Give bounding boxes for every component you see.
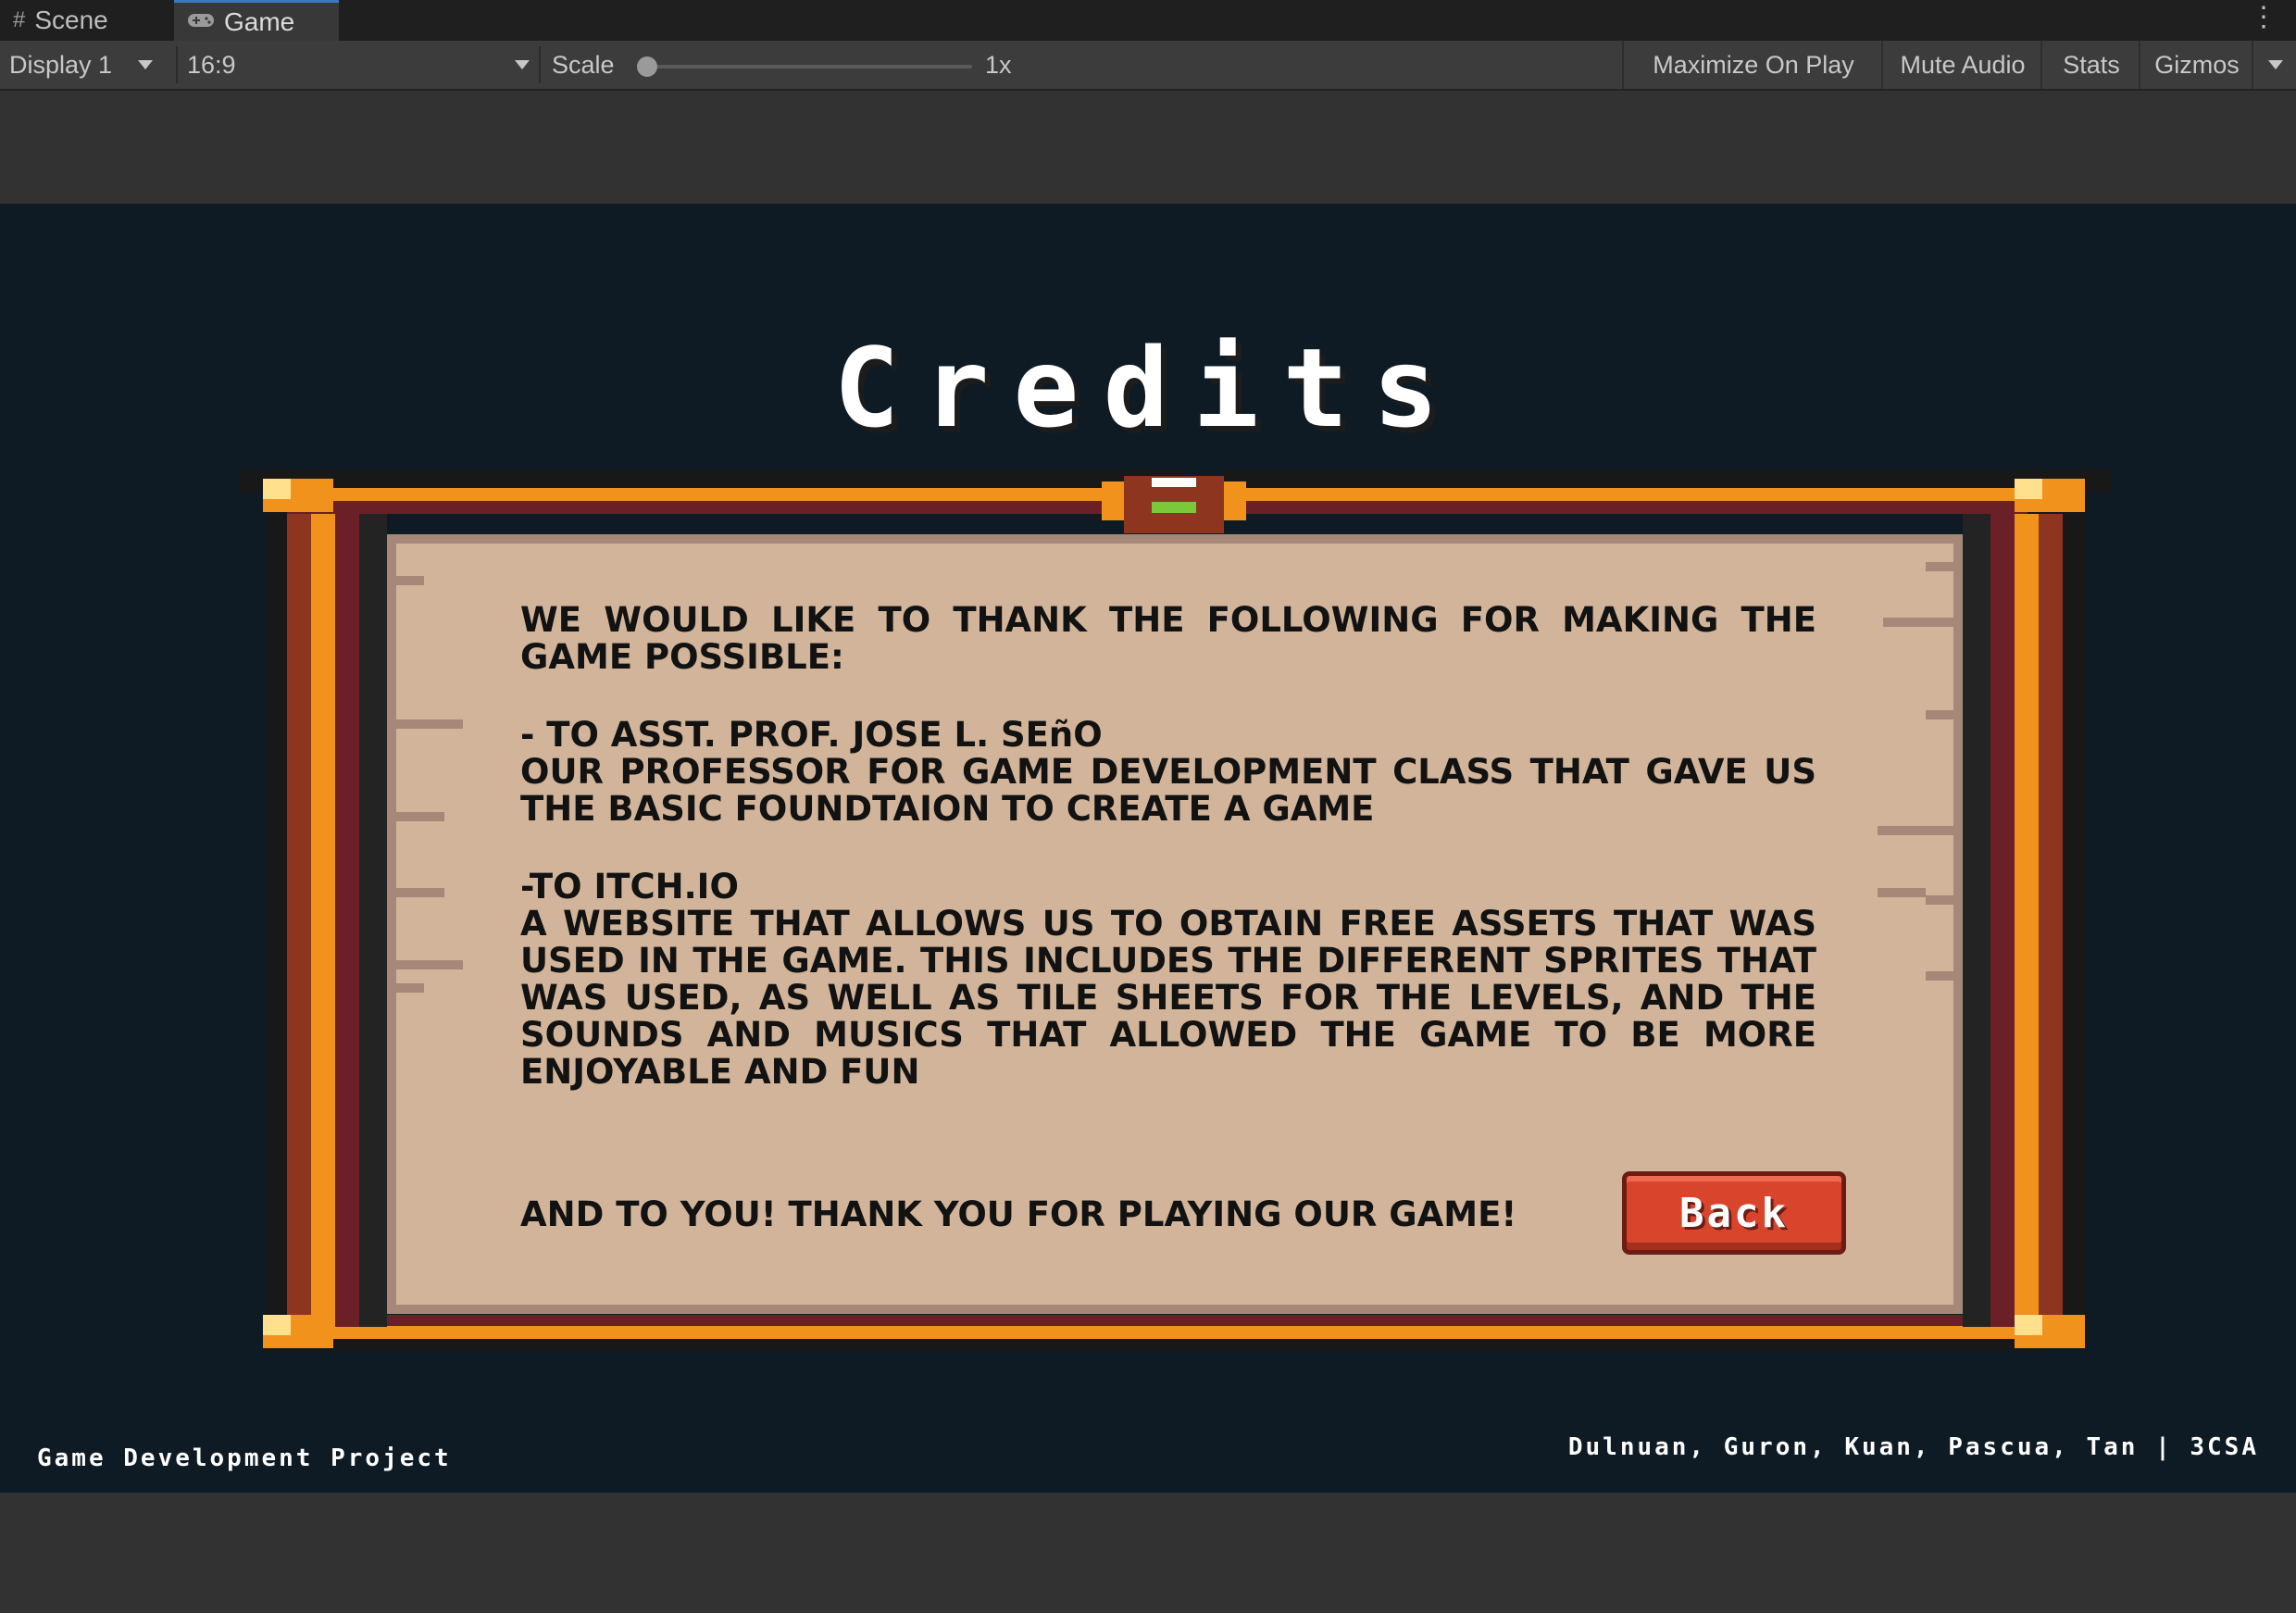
mute-audio-button[interactable]: Mute Audio (1881, 41, 2042, 89)
footer-project-label: Game Development Project (37, 1444, 452, 1472)
aspect-dropdown[interactable]: 16:9 (187, 41, 530, 89)
maximize-on-play-button[interactable]: Maximize On Play (1622, 41, 1883, 89)
back-button[interactable]: Back (1622, 1171, 1846, 1255)
closing-thanks: AND TO YOU! THANK YOU FOR PLAYING OUR GA… (520, 1194, 1517, 1234)
frame-ornament-highlight (1152, 478, 1196, 487)
frame-left-gap (359, 514, 387, 1327)
credit-itchio-body: A WEBSITE THAT ALLOWS US TO OBTAIN FREE … (520, 904, 1816, 1092)
display-dropdown[interactable]: Display 1 (9, 41, 154, 89)
credit-itchio-heading: -TO ITCH.IO (520, 867, 739, 907)
gizmos-dropdown[interactable] (2252, 41, 2296, 89)
chevron-down-icon (138, 60, 154, 69)
frame-left-shadow (265, 501, 287, 1339)
frame-left-bar (311, 514, 335, 1327)
game-view: Credits WE WOULD LIKE TO THANK THE FOLLO… (0, 204, 2296, 1493)
credits-title: Credits (833, 324, 1463, 452)
gizmos-button[interactable]: Gizmos (2139, 41, 2253, 89)
scale-slider-handle[interactable] (637, 56, 657, 77)
stats-button[interactable]: Stats (2040, 41, 2140, 89)
scale-slider-track[interactable] (648, 65, 972, 69)
frame-bottom-bar (265, 1326, 2046, 1339)
frame-left-outer (287, 514, 311, 1327)
frame-right-outer (2039, 514, 2063, 1327)
frame-left-inner (335, 514, 359, 1327)
editor-tab-bar: # Scene Game ⋮ (0, 0, 2296, 41)
chevron-down-icon (2268, 60, 2283, 69)
frame-bottom-inner (283, 1315, 2028, 1326)
tab-game[interactable]: Game (174, 0, 339, 41)
tab-scene[interactable]: # Scene (13, 0, 108, 41)
credits-intro: WE WOULD LIKE TO THANK THE FOLLOWING FOR… (520, 600, 1816, 677)
frame-ornament-gem (1152, 502, 1196, 513)
gamepad-icon (187, 9, 215, 35)
frame-bottom-shadow (265, 1339, 2046, 1352)
footer-team-label: Dulnuan, Guron, Kuan, Pascua, Tan | 3CSA (1567, 1433, 2259, 1461)
frame-right-inner (1990, 514, 2015, 1327)
tab-game-label: Game (224, 6, 295, 36)
frame-corner-bottom-left (263, 1315, 333, 1348)
aspect-dropdown-label: 16:9 (187, 50, 236, 79)
chevron-down-icon (515, 60, 530, 69)
grid-icon: # (13, 7, 26, 32)
frame-corner-top-right (2015, 479, 2085, 512)
more-options-icon[interactable]: ⋮ (2250, 4, 2277, 31)
frame-corner-top-left (263, 479, 333, 512)
frame-right-shadow (2063, 501, 2085, 1339)
display-dropdown-label: Display 1 (9, 50, 113, 79)
frame-right-bar (2015, 514, 2039, 1327)
credit-professor-heading: - TO ASST. PROF. JOSE L. SEñO (520, 715, 1103, 755)
credit-professor-body: OUR PROFESSOR FOR GAME DEVELOPMENT CLASS… (520, 752, 1816, 829)
scale-value: 1x (985, 50, 1012, 79)
scale-label: Scale (552, 50, 615, 79)
tab-scene-label: Scene (34, 6, 108, 34)
frame-right-gap (1963, 514, 1990, 1327)
credits-text-block: WE WOULD LIKE TO THANK THE FOLLOWING FOR… (520, 602, 1816, 1091)
frame-corner-bottom-right (2015, 1315, 2085, 1348)
